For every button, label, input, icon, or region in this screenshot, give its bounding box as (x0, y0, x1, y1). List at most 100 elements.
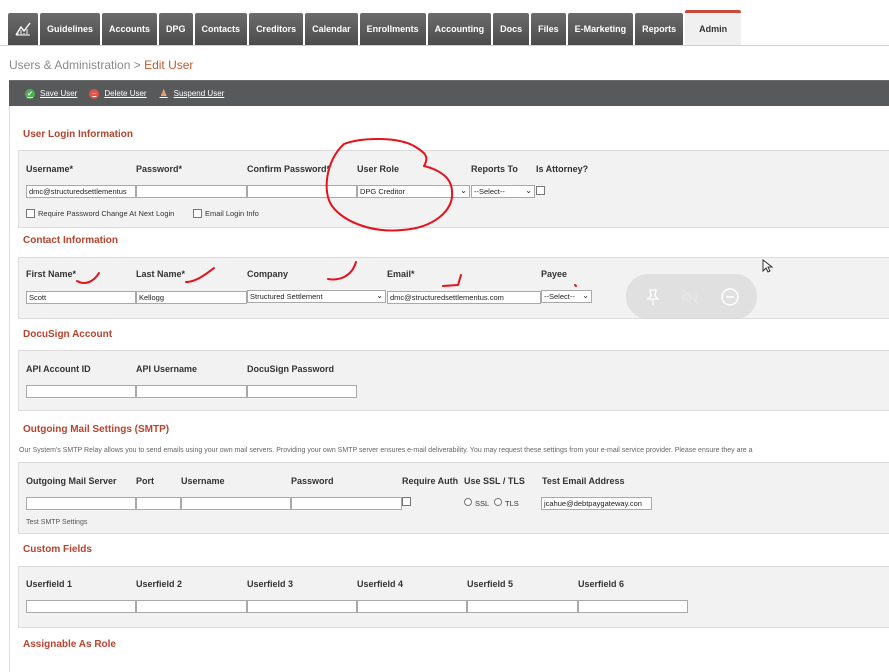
breadcrumb: Users & Administration > Edit User (9, 58, 193, 72)
tab-docs[interactable]: Docs (493, 13, 530, 45)
outgoing-mail-server-input[interactable] (26, 497, 136, 510)
require-auth-checkbox[interactable] (402, 497, 411, 506)
tab-enrollments[interactable]: Enrollments (359, 13, 426, 45)
reports-to-value: --Select-- (474, 187, 505, 196)
tab-files[interactable]: Files (531, 13, 566, 45)
company-select[interactable]: Structured Settlement ⌄ (247, 290, 386, 303)
delete-user-button[interactable]: – Delete User (89, 88, 147, 99)
reports-to-select[interactable]: --Select-- ⌄ (471, 185, 535, 198)
check-icon: ✔ (25, 88, 35, 99)
save-user-label: Save User (40, 89, 78, 98)
section-title-smtp: Outgoing Mail Settings (SMTP) (23, 424, 170, 435)
tab-e-marketing[interactable]: E-Marketing (567, 13, 634, 45)
payee-select[interactable]: --Select-- ⌄ (541, 290, 592, 303)
email-login-info-checkbox[interactable] (193, 209, 202, 218)
user-role-label: User Role (357, 164, 400, 174)
tab-admin[interactable]: Admin (685, 10, 742, 45)
chevron-down-icon: ⌄ (376, 291, 383, 300)
breadcrumb-parent[interactable]: Users & Administration (9, 58, 130, 72)
tls-radio[interactable] (494, 498, 502, 506)
tab-contacts[interactable]: Contacts (194, 13, 248, 45)
userfield-1-input[interactable] (26, 600, 136, 613)
docusign-panel (18, 350, 889, 411)
username-label: Username* (26, 164, 74, 174)
is-attorney-checkbox[interactable] (536, 186, 545, 195)
confirm-password-label: Confirm Password* (247, 164, 331, 174)
screen-share-controls (626, 274, 757, 319)
company-label: Company (247, 269, 289, 279)
api-username-label: API Username (136, 364, 198, 374)
breadcrumb-separator: > (130, 58, 145, 72)
last-name-input[interactable]: Kellogg (136, 291, 247, 304)
tab-accounting[interactable]: Accounting (427, 13, 492, 45)
api-account-id-input[interactable] (26, 385, 136, 398)
email-label: Email* (387, 269, 415, 279)
section-title-contact: Contact Information (23, 235, 118, 246)
section-title-docusign: DocuSign Account (23, 329, 113, 340)
confirm-password-input[interactable] (247, 185, 357, 198)
password-input[interactable] (136, 185, 247, 198)
save-user-button[interactable]: ✔ Save User (25, 88, 78, 99)
userfield-4-input[interactable] (357, 600, 467, 613)
username-input[interactable]: dmc@structuredsettlementus (26, 185, 136, 198)
userfield-1-label: Userfield 1 (26, 579, 73, 589)
userfield-3-label: Userfield 3 (247, 579, 294, 589)
smtp-description: Our System's SMTP Relay allows you to se… (19, 447, 753, 454)
home-chart-icon (15, 22, 31, 36)
use-ssl-tls-label: Use SSL / TLS (464, 476, 525, 486)
user-warning-icon: ♟ (159, 88, 168, 98)
nav-tabs: Guidelines Accounts DPG Contacts Credito… (8, 10, 743, 45)
test-smtp-settings-link[interactable]: Test SMTP Settings (26, 519, 87, 526)
chevron-down-icon: ⌄ (460, 186, 467, 195)
smtp-password-input[interactable] (291, 497, 402, 510)
userfield-2-input[interactable] (136, 600, 247, 613)
docusign-password-label: DocuSign Password (247, 364, 335, 374)
nav-divider (0, 45, 889, 46)
tab-accounts[interactable]: Accounts (102, 13, 158, 45)
minus-circle-icon[interactable] (719, 286, 741, 308)
section-title-assignable: Assignable As Role (23, 639, 116, 650)
test-email-input[interactable]: jcahue@debtpaygateway.con (541, 497, 652, 510)
smtp-username-input[interactable] (181, 497, 291, 510)
ssl-radio[interactable] (464, 498, 472, 506)
userfield-6-input[interactable] (578, 600, 688, 613)
api-account-id-label: API Account ID (26, 364, 91, 374)
home-tab[interactable] (8, 13, 38, 45)
breadcrumb-current: Edit User (144, 58, 194, 72)
userfield-5-label: Userfield 5 (467, 579, 514, 589)
userfield-6-label: Userfield 6 (578, 579, 625, 589)
docusign-password-input[interactable] (247, 385, 357, 398)
userfield-2-label: Userfield 2 (136, 579, 183, 589)
userfield-4-label: Userfield 4 (357, 579, 404, 589)
userfield-3-input[interactable] (247, 600, 357, 613)
pin-icon[interactable] (642, 286, 664, 308)
mute-icon[interactable] (680, 286, 702, 308)
payee-label: Payee (541, 269, 568, 279)
contact-panel (18, 257, 889, 319)
api-username-input[interactable] (136, 385, 247, 398)
email-input[interactable]: dmc@structuredsettlementus.com (387, 291, 541, 304)
userfield-5-input[interactable] (467, 600, 578, 613)
section-title-custom: Custom Fields (23, 544, 92, 555)
tab-creditors[interactable]: Creditors (249, 13, 304, 45)
delete-user-label: Delete User (104, 89, 147, 98)
is-attorney-label: Is Attorney? (536, 164, 589, 174)
suspend-user-button[interactable]: ♟ Suspend User (159, 88, 225, 99)
tab-dpg[interactable]: DPG (159, 13, 193, 45)
tab-guidelines[interactable]: Guidelines (40, 13, 101, 45)
port-input[interactable] (136, 497, 181, 510)
first-name-input[interactable]: Scott (26, 291, 136, 304)
require-password-change-checkbox[interactable] (26, 209, 35, 218)
outgoing-mail-server-label: Outgoing Mail Server (26, 476, 117, 486)
smtp-username-label: Username (181, 476, 225, 486)
tab-calendar[interactable]: Calendar (305, 13, 358, 45)
ssl-label: SSL (475, 499, 490, 508)
last-name-label: Last Name* (136, 269, 186, 279)
company-value: Structured Settlement (250, 292, 323, 301)
reports-to-label: Reports To (471, 164, 518, 174)
user-role-select[interactable]: DPG Creditor ⌄ (357, 185, 470, 198)
require-password-change-label: Require Password Change At Next Login (38, 209, 175, 218)
chevron-down-icon: ⌄ (582, 291, 589, 300)
mouse-cursor-icon (762, 259, 773, 273)
tab-reports[interactable]: Reports (635, 13, 684, 45)
